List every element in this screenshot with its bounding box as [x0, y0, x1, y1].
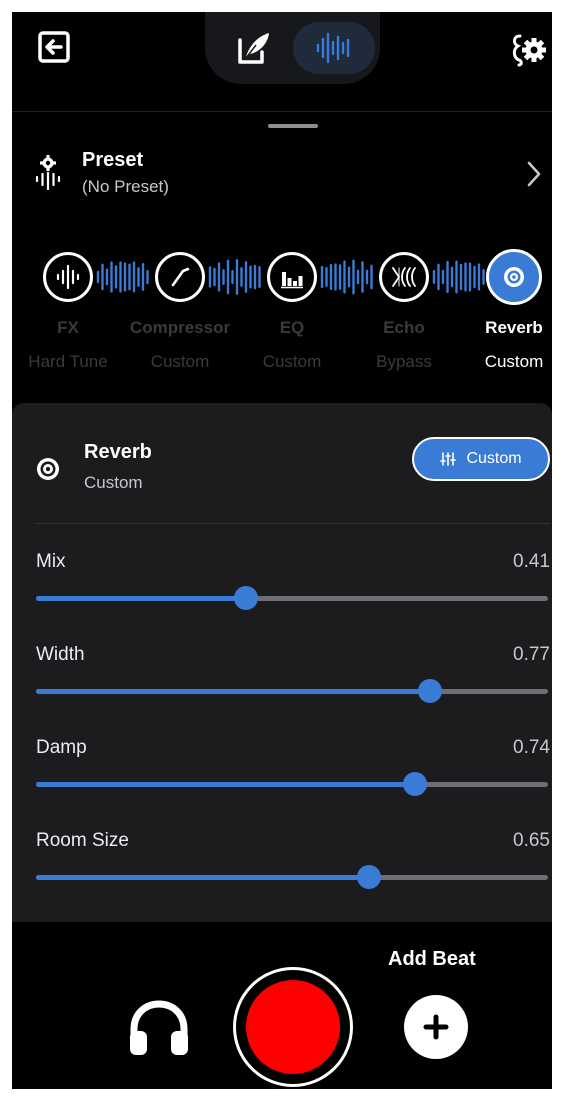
panel-subtitle: Custom: [84, 473, 143, 492]
panel-title: Reverb: [84, 441, 152, 463]
record-indicator: [246, 980, 340, 1074]
effect-reverb-button[interactable]: [486, 249, 542, 305]
panel-divider: [36, 523, 550, 524]
effect-compressor-button[interactable]: [155, 252, 205, 302]
effect-compressor[interactable]: Compressor Custom: [124, 252, 236, 372]
waveform-icon: [316, 32, 350, 64]
eq-bars-icon: [281, 272, 303, 289]
preset-name: (No Preset): [82, 177, 169, 196]
effect-state: Custom: [150, 352, 210, 371]
param-label: Width: [36, 644, 85, 665]
reverb-icon: [504, 267, 524, 287]
effect-echo[interactable]: Echo Bypass: [348, 252, 460, 372]
param-label: Room Size: [36, 830, 129, 851]
write-feather-icon: [238, 33, 269, 64]
preset-title: Preset: [82, 149, 144, 171]
param-label: Damp: [36, 737, 87, 758]
param-room-size: Room Size 0.65: [36, 830, 550, 900]
effect-state: Custom: [484, 352, 544, 371]
sheet-grabber[interactable]: [268, 124, 318, 128]
header-divider: [12, 111, 552, 112]
audio-mode-tab[interactable]: [293, 22, 375, 74]
effect-fx-button[interactable]: [43, 252, 93, 302]
effect-state: Bypass: [376, 352, 432, 371]
effect-eq-button[interactable]: [267, 252, 317, 302]
slider-thumb[interactable]: [233, 586, 258, 610]
param-label: Mix: [36, 551, 66, 572]
slider-thumb[interactable]: [356, 865, 381, 889]
effects-chain: FX Hard Tune Compressor Custom EQ Custom…: [12, 249, 552, 392]
slider-fill: [36, 596, 246, 601]
effect-name: Echo: [383, 318, 425, 337]
slider-thumb[interactable]: [418, 679, 443, 703]
effect-reverb[interactable]: Reverb Custom: [456, 249, 552, 372]
echo-icon: [392, 267, 416, 287]
damp-slider[interactable]: [36, 772, 548, 796]
exit-icon: [38, 31, 70, 63]
param-damp: Damp 0.74: [36, 737, 550, 807]
audio-settings-icon: [512, 34, 546, 67]
add-beat-button[interactable]: [404, 995, 468, 1059]
param-mix: Mix 0.41: [36, 551, 550, 621]
custom-mode-label: Custom: [466, 450, 522, 467]
compressor-curve-icon: [171, 267, 190, 287]
recording-screen: Preset (No Preset) FX Hard Tune Compress…: [12, 12, 552, 1089]
effect-settings-panel: Reverb Custom Custom Mix 0.41 Width 0.77…: [12, 403, 552, 922]
param-value: 0.65: [513, 830, 550, 851]
slider-fill: [36, 782, 415, 787]
slider-thumb[interactable]: [402, 772, 427, 796]
custom-mode-button[interactable]: Custom: [412, 437, 550, 481]
record-button[interactable]: [233, 967, 353, 1087]
preset-row[interactable]: Preset (No Preset): [12, 147, 552, 203]
room-size-slider[interactable]: [36, 865, 548, 889]
effect-fx[interactable]: FX Hard Tune: [12, 252, 124, 372]
param-value: 0.77: [513, 644, 550, 665]
sliders-icon: [440, 452, 457, 466]
headphones-icon: [130, 1000, 188, 1055]
effect-state: Custom: [262, 352, 322, 371]
slider-fill: [36, 689, 431, 694]
slider-fill: [36, 875, 369, 880]
effect-name: FX: [57, 318, 79, 337]
reverb-icon: [34, 455, 62, 483]
headphones-button[interactable]: [126, 997, 192, 1059]
param-value: 0.41: [513, 551, 550, 572]
mode-toggle: [205, 12, 380, 84]
effect-name: EQ: [279, 318, 305, 337]
effect-name: Reverb: [485, 318, 543, 337]
width-slider[interactable]: [36, 679, 548, 703]
plus-icon: [423, 1014, 449, 1040]
param-value: 0.74: [513, 737, 550, 758]
effect-echo-button[interactable]: [379, 252, 429, 302]
waveform-icon: [56, 264, 80, 290]
exit-button[interactable]: [36, 29, 72, 65]
chevron-right-icon: [524, 159, 544, 189]
effect-eq[interactable]: EQ Custom: [236, 252, 348, 372]
param-width: Width 0.77: [36, 644, 550, 714]
audio-settings-button[interactable]: [508, 32, 548, 68]
mix-slider[interactable]: [36, 586, 548, 610]
effect-state: Hard Tune: [28, 352, 108, 371]
lyrics-mode-tab[interactable]: [213, 22, 295, 74]
preset-icon: [34, 155, 62, 191]
effect-name: Compressor: [129, 318, 231, 337]
add-beat-label: Add Beat: [388, 948, 476, 970]
